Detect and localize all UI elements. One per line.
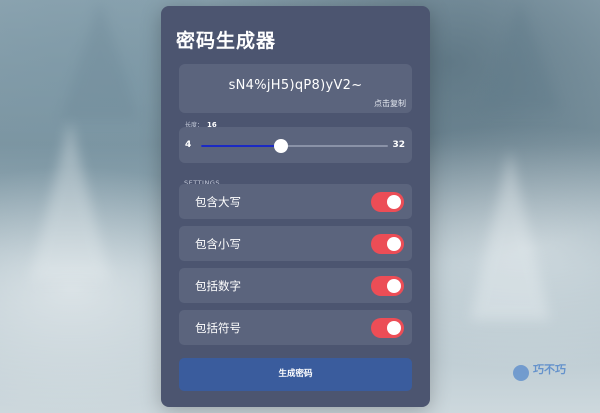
background-tree — [60, 0, 140, 120]
watermark-text: 巧不巧 — [533, 363, 566, 376]
background-tree — [480, 0, 560, 110]
slider-fill — [201, 145, 282, 147]
toggle-knob — [387, 321, 401, 335]
slider-max-label: 32 — [392, 140, 405, 150]
option-label: 包括符号 — [195, 321, 241, 335]
option-label: 包含大写 — [195, 195, 241, 209]
slider-min-label: 4 — [185, 140, 192, 150]
option-label: 包含小写 — [195, 237, 241, 251]
length-slider-panel: 4 32 — [179, 127, 412, 163]
password-text: sN4%jH5)qP8)yV2~ — [228, 78, 363, 93]
uppercase-toggle[interactable] — [371, 192, 404, 212]
slider-thumb[interactable] — [274, 139, 289, 153]
password-display[interactable]: sN4%jH5)qP8)yV2~ 点击复制 — [179, 64, 412, 113]
option-symbols[interactable]: 包括符号 — [179, 310, 412, 345]
background-tree — [30, 120, 110, 280]
option-uppercase[interactable]: 包含大写 — [179, 184, 412, 219]
option-numbers[interactable]: 包括数字 — [179, 268, 412, 303]
toggle-knob — [387, 237, 401, 251]
password-generator-card: 密码生成器 sN4%jH5)qP8)yV2~ 点击复制 长度： 16 4 32 S… — [161, 6, 430, 407]
option-lowercase[interactable]: 包含小写 — [179, 226, 412, 261]
generate-password-button[interactable]: 生成密码 — [179, 358, 412, 391]
background-tree — [470, 150, 550, 320]
toggle-knob — [387, 195, 401, 209]
watermark-logo-icon — [513, 365, 529, 381]
copy-hint[interactable]: 点击复制 — [374, 98, 406, 109]
option-label: 包括数字 — [195, 279, 241, 293]
length-slider[interactable] — [201, 139, 388, 153]
watermark: 巧不巧 — [513, 357, 595, 387]
lowercase-toggle[interactable] — [371, 234, 404, 254]
symbols-toggle[interactable] — [371, 318, 404, 338]
numbers-toggle[interactable] — [371, 276, 404, 296]
toggle-knob — [387, 279, 401, 293]
app-title: 密码生成器 — [176, 30, 277, 52]
